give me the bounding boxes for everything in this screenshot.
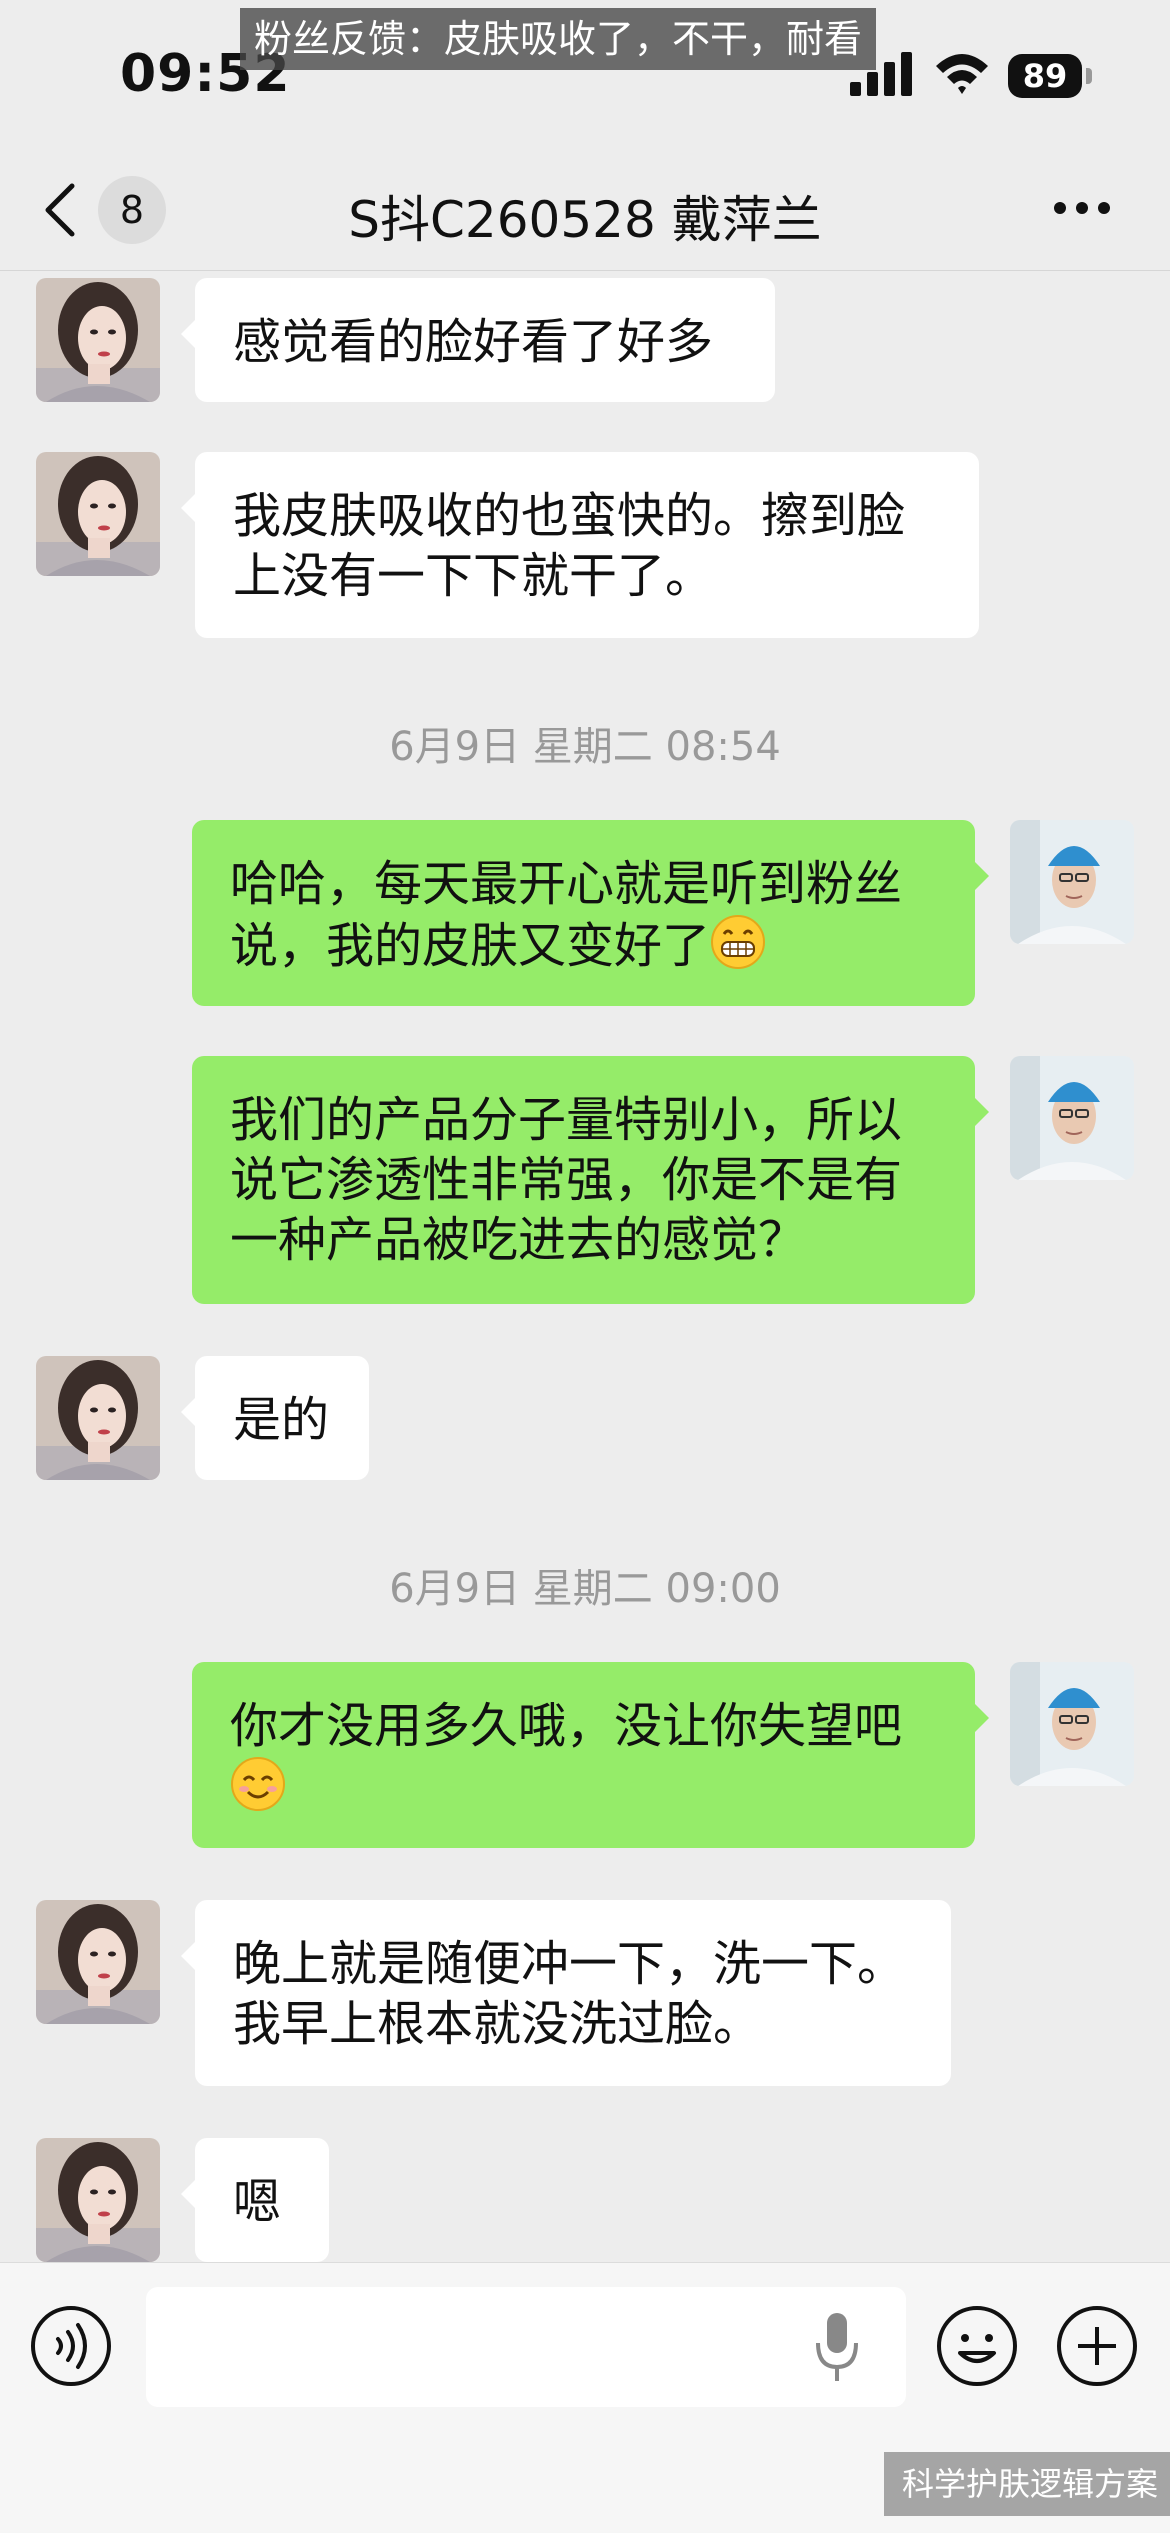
watermark-label: 科学护肤逻辑方案 [884, 2452, 1170, 2516]
avatar-self[interactable] [1010, 820, 1134, 944]
message-text: 嗯 [233, 2174, 282, 2230]
message-text: 感觉看的脸好看了好多 [233, 314, 714, 370]
add-attachment-icon[interactable] [1056, 2305, 1138, 2387]
dot-icon [1054, 202, 1066, 214]
grin-emoji-icon [710, 914, 766, 970]
message-text-line: 我皮肤吸收的也蛮快的。擦到脸 [233, 488, 906, 544]
avatar-contact[interactable] [36, 278, 160, 402]
timestamp: 6月9日 星期二 08:54 [389, 724, 781, 770]
message-bubble[interactable]: 是的 [181, 1356, 369, 1480]
message-bubble[interactable]: 感觉看的脸好看了好多 [181, 278, 775, 402]
message-bubble[interactable]: 晚上就是随便冲一下，洗一下。 我早上根本就没洗过脸。 [181, 1900, 951, 2086]
emoji-picker-icon[interactable] [936, 2305, 1018, 2387]
message-text-line: 哈哈，每天最开心就是听到粉丝 [230, 856, 903, 912]
avatar-contact[interactable] [36, 1900, 160, 2024]
dot-icon [1098, 202, 1110, 214]
message-bubble[interactable]: 我们的产品分子量特别小，所以 说它渗透性非常强，你是不是有 一种产品被吃进去的感… [192, 1056, 989, 1304]
voice-mode-icon[interactable] [30, 2305, 112, 2387]
message-bubble[interactable]: 哈哈，每天最开心就是听到粉丝 说，我的皮肤又变好了 [192, 820, 989, 1006]
message-input[interactable] [146, 2287, 906, 2407]
battery-indicator: 89 [1008, 54, 1082, 98]
message-bubble[interactable]: 嗯 [181, 2138, 329, 2262]
avatar-self[interactable] [1010, 1056, 1134, 1180]
avatar-contact[interactable] [36, 1356, 160, 1480]
avatar-self[interactable] [1010, 1662, 1134, 1786]
battery-tip [1086, 68, 1092, 84]
message-text-line: 说，我的皮肤又变好了 [230, 918, 711, 974]
wifi-icon [936, 54, 988, 94]
message-text: 是的 [233, 1392, 330, 1448]
message-text-line: 一种产品被吃进去的感觉？ [230, 1212, 807, 1268]
message-text-line: 我们的产品分子量特别小，所以 [230, 1092, 903, 1148]
more-options-button[interactable] [1052, 198, 1112, 218]
timestamp: 6月9日 星期二 09:00 [389, 1566, 781, 1612]
message-text-line: 我早上根本就没洗过脸。 [233, 1996, 762, 2052]
message-bubble[interactable]: 你才没用多久哦，没让你失望吧 [192, 1662, 989, 1848]
chat-header: 8 S抖C260528 戴萍兰 [0, 150, 1170, 271]
message-text-line: 说它渗透性非常强，你是不是有 [230, 1152, 903, 1208]
microphone-icon[interactable] [812, 2309, 862, 2385]
message-text-line: 你才没用多久哦，没让你失望吧 [230, 1698, 903, 1754]
message-text-line: 上没有一下下就干了。 [233, 548, 714, 604]
smile-emoji-icon [230, 1756, 286, 1812]
message-text-line: 晚上就是随便冲一下，洗一下。 [233, 1936, 906, 1992]
dot-icon [1076, 202, 1088, 214]
status-bar: 09:52 89 粉丝反馈：皮肤吸收了，不干，耐看 [0, 0, 1170, 150]
avatar-contact[interactable] [36, 2138, 160, 2262]
caption-overlay: 粉丝反馈：皮肤吸收了，不干，耐看 [240, 8, 877, 70]
chat-title: S抖C260528 戴萍兰 [348, 191, 822, 249]
avatar-contact[interactable] [36, 452, 160, 576]
message-bubble[interactable]: 我皮肤吸收的也蛮快的。擦到脸 上没有一下下就干了。 [181, 452, 979, 638]
